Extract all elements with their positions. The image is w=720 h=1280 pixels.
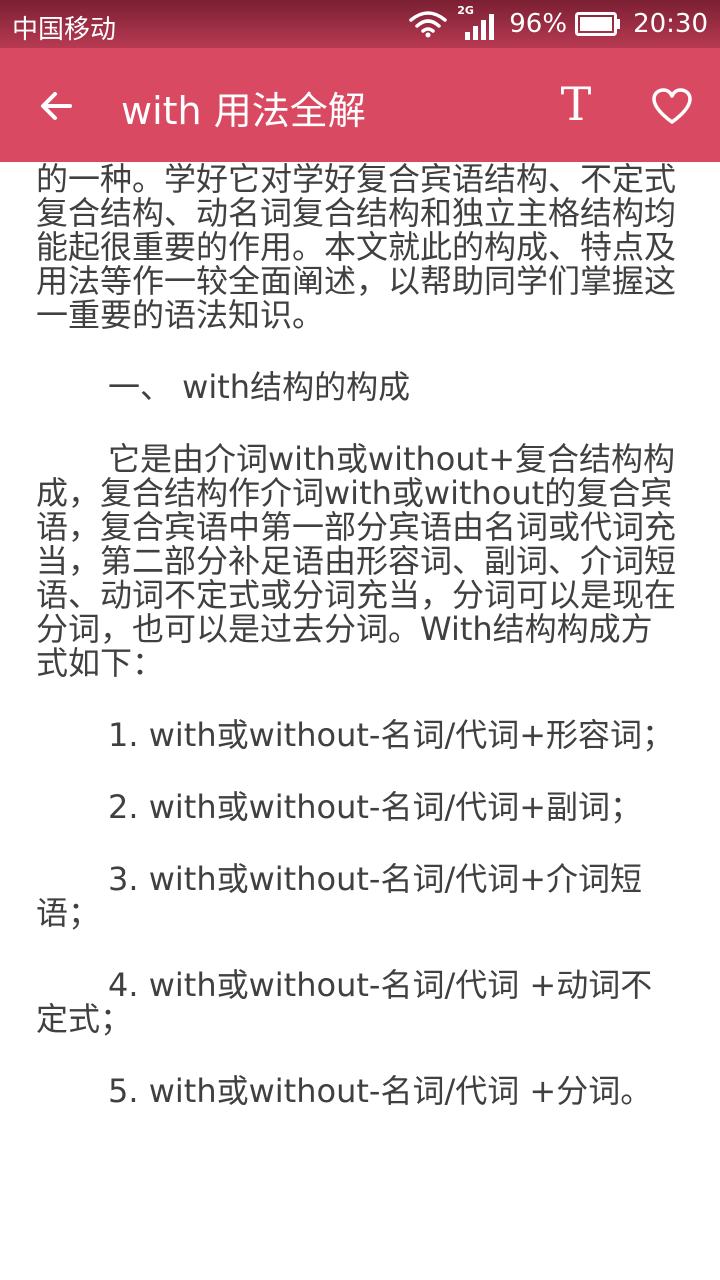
battery-percent: 96% bbox=[509, 9, 568, 39]
text-size-icon: T bbox=[560, 77, 592, 131]
app-header: 中国移动 2G 96% 20:30 with 用法全解 T bbox=[0, 0, 720, 162]
list-item: 4. with或without-名词/代词 +动词不定式； bbox=[36, 966, 653, 1038]
list-item: 5. with或without-名词/代词 +分词。 bbox=[108, 1072, 653, 1110]
carrier-name: 中国移动 bbox=[12, 15, 117, 45]
article-body[interactable]: with结构是许多英语复合结构中最常用的一种。学好它对学好复合宾语结构、不定式复… bbox=[36, 128, 684, 1146]
page-title: with 用法全解 bbox=[121, 89, 366, 133]
arrow-left-icon bbox=[41, 92, 72, 120]
font-size-button[interactable]: T bbox=[548, 76, 604, 132]
battery-icon bbox=[575, 12, 621, 36]
signal-bars-icon bbox=[465, 14, 495, 40]
status-icons: 2G 96% 20:30 bbox=[409, 4, 708, 42]
back-button[interactable] bbox=[24, 78, 88, 134]
status-bar: 中国移动 2G 96% 20:30 bbox=[0, 0, 720, 48]
app-bar: with 用法全解 T bbox=[0, 48, 720, 162]
cell-signal: 2G bbox=[457, 4, 497, 40]
favorite-button[interactable] bbox=[644, 78, 700, 134]
heart-outline-icon bbox=[652, 88, 692, 124]
list-item: 3. with或without-名词/代词+介词短语； bbox=[36, 860, 643, 932]
article-paragraph: 它是由介词with或without+复合结构构成，复合结构作介词with或wit… bbox=[36, 440, 677, 682]
list-item: 2. with或without-名词/代词+副词； bbox=[108, 788, 643, 826]
wifi-icon bbox=[409, 11, 448, 38]
section-heading: 一、 with结构的构成 bbox=[108, 368, 411, 406]
list-item: 1. with或without-名词/代词+形容词； bbox=[108, 716, 675, 754]
clock: 20:30 bbox=[633, 9, 708, 39]
